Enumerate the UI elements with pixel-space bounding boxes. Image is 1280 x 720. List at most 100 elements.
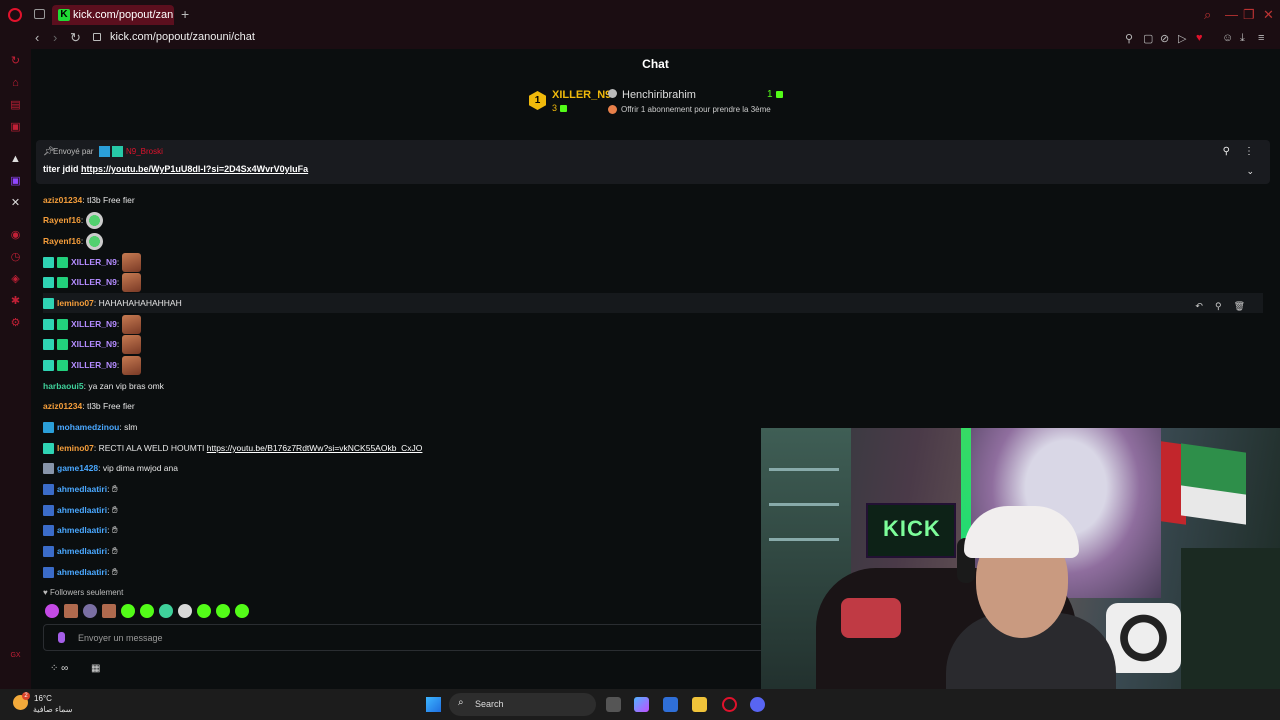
emote-icon[interactable]	[121, 273, 141, 293]
message-username[interactable]: lemino07	[57, 298, 94, 308]
cube-icon[interactable]: ◈	[9, 273, 22, 286]
emote-icon[interactable]	[178, 603, 192, 618]
player-icon[interactable]: ▷	[1178, 32, 1186, 45]
chat-message[interactable]: Rayenf16:	[43, 210, 1263, 230]
pinned-link[interactable]: https://youtu.be/WyP1uU8dl-I?si=2D4Sx4Wv…	[81, 164, 308, 174]
back-button[interactable]: ‹	[35, 30, 39, 45]
profile-icon[interactable]: ☺	[1222, 32, 1233, 44]
chat-message[interactable]: Rayenf16:	[43, 231, 1263, 251]
emote-icon[interactable]	[121, 603, 135, 618]
emote-icon[interactable]	[121, 335, 141, 355]
twitch-icon[interactable]: ▣	[9, 175, 22, 188]
message-username[interactable]: lemino07	[57, 443, 94, 453]
message-username[interactable]: XILLER_N9	[71, 257, 117, 267]
emote-icon[interactable]	[121, 253, 141, 273]
copilot-icon[interactable]	[634, 697, 649, 712]
chat-message[interactable]: XILLER_N9:	[43, 314, 1263, 335]
emote-icon[interactable]	[83, 603, 97, 618]
reply-icon[interactable]: ↶	[1195, 296, 1203, 316]
chat-message[interactable]: XILLER_N9:	[43, 334, 1263, 355]
store-app-icon[interactable]	[663, 697, 678, 712]
emote-icon[interactable]	[102, 603, 116, 618]
browser-tab[interactable]: K kick.com/popout/zanouni/	[52, 5, 174, 25]
message-username[interactable]: XILLER_N9	[71, 277, 117, 287]
chat-message[interactable]: XILLER_N9:	[43, 355, 1263, 376]
emote-icon[interactable]: ✋︎	[112, 545, 125, 558]
delete-icon[interactable]: 🗑︎	[1234, 296, 1245, 316]
chevron-down-icon[interactable]: ⌄	[1246, 166, 1254, 177]
chat-input[interactable]: Envoyer un message	[43, 624, 773, 651]
chat-message[interactable]: harbaoui5: ya zan vip bras omk	[43, 376, 1263, 396]
subscription-prompt[interactable]: Offrir 1 abonnement pour prendre la 3ème	[621, 105, 771, 114]
message-username[interactable]: ahmedlaatiri	[57, 505, 107, 515]
news-icon[interactable]: ▣	[9, 121, 22, 134]
reload-button[interactable]: ↻	[70, 30, 81, 46]
emote-icon[interactable]	[159, 603, 173, 618]
message-username[interactable]: aziz01234	[43, 195, 82, 205]
message-username[interactable]: harbaoui5	[43, 381, 84, 391]
chat-message[interactable]: aziz01234: tl3b Free fier	[43, 396, 1263, 416]
tab-workspace-icon[interactable]	[34, 9, 45, 19]
emote-icon[interactable]	[216, 603, 230, 618]
minimize-button[interactable]: —	[1225, 7, 1238, 22]
unpin-icon[interactable]: ⚲	[1223, 146, 1230, 157]
emote-icon[interactable]	[45, 603, 59, 618]
emote-icon[interactable]: ✋︎	[112, 483, 125, 496]
emote-icon[interactable]	[85, 212, 103, 230]
search-tabs-icon[interactable]: ⌕	[1204, 7, 1211, 23]
emote-icon[interactable]: ✋︎	[112, 566, 125, 579]
task-view-icon[interactable]	[606, 697, 621, 712]
chat-message[interactable]: XILLER_N9:	[43, 272, 1263, 293]
download-icon[interactable]: ⤓	[1240, 32, 1245, 45]
message-link[interactable]: https://youtu.be/B176z7RdtWw?si=vkNCK55A…	[207, 443, 423, 453]
settings-icon[interactable]: ⚙	[9, 317, 22, 330]
weather-description[interactable]: سماء صافية	[33, 705, 73, 714]
more-options-icon[interactable]: ⋮	[1244, 146, 1254, 157]
taskbar-search[interactable]: ⌕ Search	[449, 693, 596, 716]
player-sidebar-icon[interactable]: ◉	[9, 229, 22, 242]
emote-icon[interactable]	[121, 356, 141, 376]
chat-message[interactable]: aziz01234: tl3b Free fier	[43, 190, 1263, 210]
chat-message[interactable]: lemino07: HAHAHAHAHAHHAH ↶ ⚲ 🗑︎	[43, 293, 1263, 313]
heart-icon[interactable]: ♥	[1196, 32, 1203, 44]
emote-icon[interactable]	[140, 603, 154, 618]
leaderboard-second-user[interactable]: Henchiribrahim	[622, 89, 696, 101]
gx-icon[interactable]: GX	[9, 649, 22, 662]
snapshot-icon[interactable]: ▢	[1143, 32, 1153, 45]
message-username[interactable]: ahmedlaatiri	[57, 484, 107, 494]
emote-icon[interactable]	[64, 603, 78, 618]
emote-icon[interactable]	[197, 603, 211, 618]
pinned-sender-user[interactable]: N9_Broski	[126, 147, 163, 156]
menu-icon[interactable]: ≡	[1258, 32, 1264, 44]
ai-icon[interactable]: ▲	[9, 153, 22, 166]
webcam-video[interactable]: KICK	[761, 428, 1280, 689]
message-username[interactable]: game1428	[57, 463, 98, 473]
store-icon[interactable]: ▦	[91, 663, 100, 674]
opera-logo-icon[interactable]	[8, 8, 22, 22]
channel-points-icon[interactable]: ⁘ ∞	[50, 663, 68, 674]
extensions-icon[interactable]: ✱	[9, 295, 22, 308]
chat-message[interactable]: XILLER_N9:	[43, 252, 1263, 273]
adblock-icon[interactable]: ⊘	[1160, 32, 1169, 45]
emote-icon[interactable]: ✋︎	[112, 504, 125, 517]
url-field[interactable]: kick.com/popout/zanouni/chat	[110, 31, 255, 43]
new-tab-button[interactable]: +	[181, 6, 189, 22]
pin-icon[interactable]: ⚲	[1125, 32, 1133, 45]
lock-icon[interactable]	[93, 33, 101, 41]
history-icon[interactable]: ◷	[9, 251, 22, 264]
pin-message-icon[interactable]: ⚲	[1215, 296, 1222, 316]
emote-icon[interactable]	[235, 603, 249, 618]
opera-app-icon[interactable]	[722, 697, 737, 712]
message-username[interactable]: mohamedzinou	[57, 422, 119, 432]
emote-icon[interactable]	[121, 315, 141, 335]
microphone-icon[interactable]	[58, 632, 65, 643]
x-icon[interactable]: ✕	[9, 197, 22, 210]
maximize-button[interactable]: ❐	[1243, 7, 1255, 23]
message-username[interactable]: XILLER_N9	[71, 360, 117, 370]
message-username[interactable]: aziz01234	[43, 401, 82, 411]
leaderboard-top-user[interactable]: XILLER_N9	[552, 89, 611, 101]
file-explorer-icon[interactable]	[692, 697, 707, 712]
message-username[interactable]: XILLER_N9	[71, 319, 117, 329]
message-username[interactable]: ahmedlaatiri	[57, 525, 107, 535]
close-window-button[interactable]: ✕	[1263, 7, 1274, 23]
